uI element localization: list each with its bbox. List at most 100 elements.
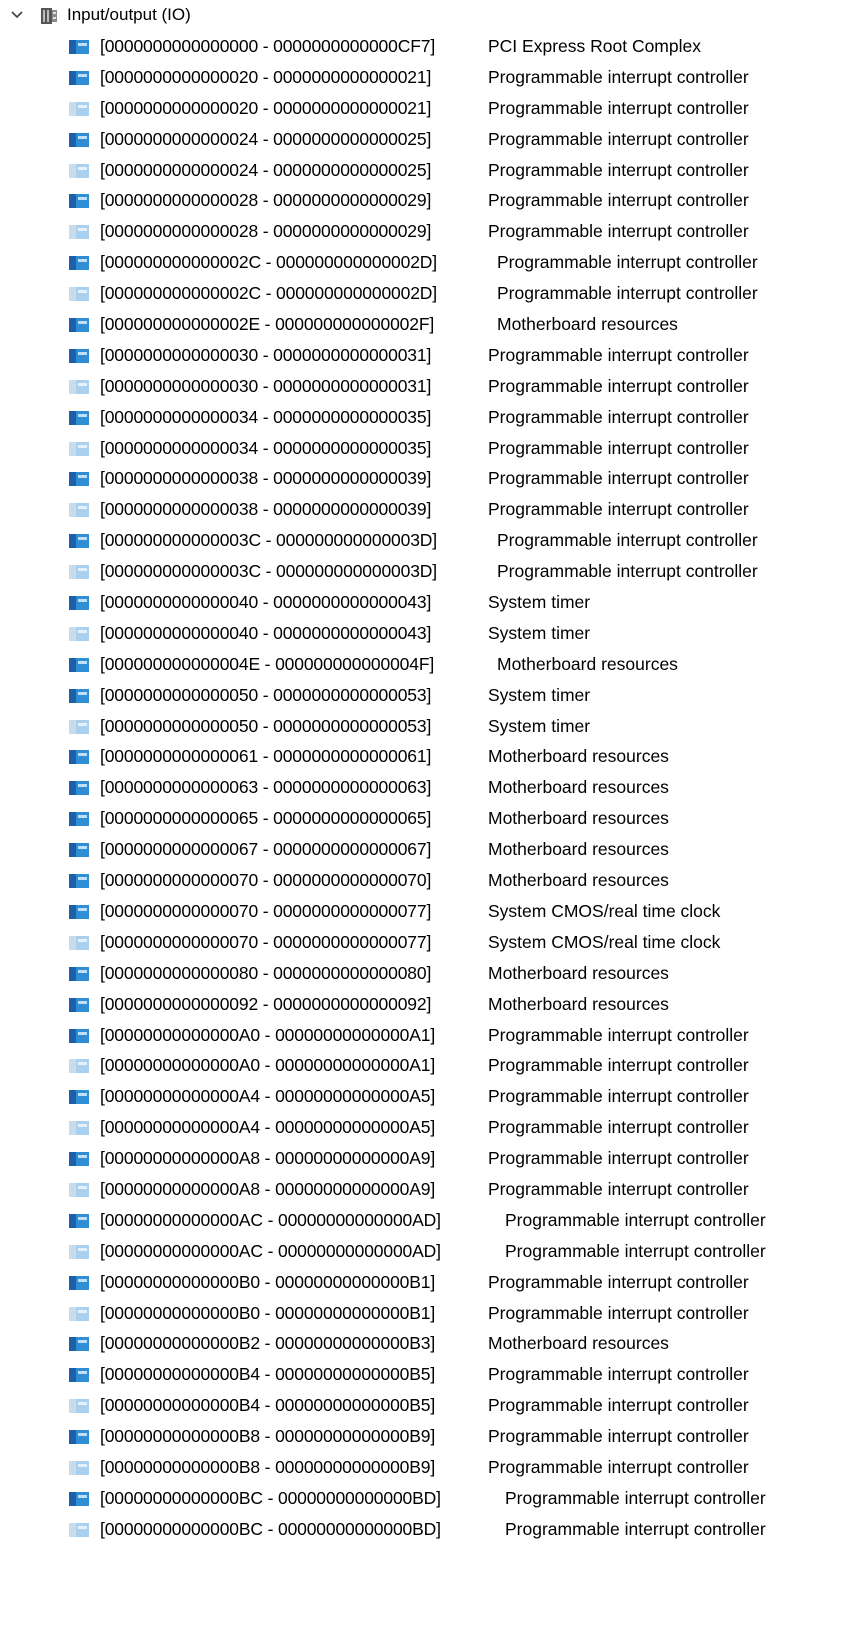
list-item[interactable]: [0000000000000038 - 0000000000000039] Pro…	[0, 495, 861, 526]
list-item[interactable]: [0000000000000020 - 0000000000000021] Pro…	[0, 63, 861, 94]
io-range: [0000000000000028 - 0000000000000029]	[100, 190, 432, 211]
io-resource-icon	[69, 225, 89, 240]
io-range: [0000000000000092 - 0000000000000092]	[100, 993, 432, 1014]
list-item[interactable]: [00000000000000B4 - 00000000000000B5] Pro…	[0, 1391, 861, 1422]
list-item[interactable]: [000000000000002E - 000000000000002F] Mot…	[0, 310, 861, 341]
io-range: [0000000000000000 - 0000000000000CF7]	[100, 36, 436, 56]
list-item[interactable]: [0000000000000020 - 0000000000000021] Pro…	[0, 94, 861, 125]
io-range: [0000000000000024 - 0000000000000025]	[100, 128, 432, 149]
device-description: Motherboard resources	[488, 962, 669, 983]
list-item[interactable]: [0000000000000024 - 0000000000000025] Pro…	[0, 125, 861, 156]
io-resource-icon	[69, 596, 89, 611]
list-item[interactable]: [00000000000000A0 - 00000000000000A1] Pro…	[0, 1021, 861, 1052]
list-item[interactable]: [0000000000000067 - 0000000000000067] Mot…	[0, 835, 861, 866]
chevron-down-icon[interactable]	[10, 8, 24, 22]
device-description: Programmable interrupt controller	[505, 1240, 766, 1261]
io-range: [0000000000000030 - 0000000000000031]	[100, 375, 432, 396]
list-item[interactable]: [0000000000000061 - 0000000000000061] Mot…	[0, 742, 861, 773]
device-description: Programmable interrupt controller	[505, 1487, 766, 1508]
list-item[interactable]: [0000000000000030 - 0000000000000031] Pro…	[0, 341, 861, 372]
list-item[interactable]: [000000000000003C - 000000000000003D] Pro…	[0, 557, 861, 588]
io-resource-icon	[69, 1059, 89, 1074]
list-item[interactable]: [0000000000000063 - 0000000000000063] Mot…	[0, 773, 861, 804]
list-item[interactable]: [00000000000000A0 - 00000000000000A1] Pro…	[0, 1051, 861, 1082]
device-description: Programmable interrupt controller	[488, 1086, 749, 1107]
io-resource-icon	[69, 1121, 89, 1136]
list-item[interactable]: [00000000000000B0 - 00000000000000B1] Pro…	[0, 1299, 861, 1330]
device-description: Programmable interrupt controller	[488, 344, 749, 365]
list-item[interactable]: [00000000000000A8 - 00000000000000A9] Pro…	[0, 1144, 861, 1175]
list-item[interactable]: [00000000000000A4 - 00000000000000A5] Pro…	[0, 1082, 861, 1113]
io-range: [0000000000000034 - 0000000000000035]	[100, 437, 432, 458]
io-range: [000000000000002C - 000000000000002D]	[100, 252, 437, 273]
list-item[interactable]: [0000000000000080 - 0000000000000080] Mot…	[0, 959, 861, 990]
io-range: [0000000000000070 - 0000000000000077]	[100, 900, 432, 921]
io-range: [00000000000000A4 - 00000000000000A5]	[100, 1086, 436, 1107]
list-item[interactable]: [00000000000000A8 - 00000000000000A9] Pro…	[0, 1175, 861, 1206]
io-range: [0000000000000061 - 0000000000000061]	[100, 746, 432, 767]
io-resource-icon	[69, 472, 89, 487]
list-item[interactable]: [0000000000000034 - 0000000000000035] Pro…	[0, 434, 861, 465]
tree-node-label: Input/output (IO)	[67, 5, 191, 24]
list-item[interactable]: [0000000000000028 - 0000000000000029] Pro…	[0, 186, 861, 217]
io-range: [00000000000000B0 - 00000000000000B1]	[100, 1271, 436, 1292]
tree-node-input-output[interactable]: Input/output (IO)	[0, 0, 861, 32]
list-item[interactable]: [0000000000000070 - 0000000000000070] Mot…	[0, 866, 861, 897]
list-item[interactable]: [0000000000000070 - 0000000000000077] Sys…	[0, 928, 861, 959]
io-resource-icon	[69, 1275, 89, 1290]
list-item[interactable]: [00000000000000B2 - 00000000000000B3] Mot…	[0, 1329, 861, 1360]
list-item[interactable]: [0000000000000000 - 0000000000000CF7] PCI…	[0, 32, 861, 63]
list-item[interactable]: [00000000000000B8 - 00000000000000B9] Pro…	[0, 1422, 861, 1453]
list-item[interactable]: [0000000000000092 - 0000000000000092] Mot…	[0, 990, 861, 1021]
list-item[interactable]: [00000000000000B4 - 00000000000000B5] Pro…	[0, 1360, 861, 1391]
io-resource-list: [0000000000000000 - 0000000000000CF7] PCI…	[0, 32, 861, 1546]
io-range: [0000000000000020 - 0000000000000021]	[100, 66, 432, 87]
io-range: [0000000000000050 - 0000000000000053]	[100, 684, 432, 705]
device-description: PCI Express Root Complex	[488, 36, 701, 56]
list-item[interactable]: [0000000000000050 - 0000000000000053] Sys…	[0, 681, 861, 712]
list-item[interactable]: [00000000000000B8 - 00000000000000B9] Pro…	[0, 1453, 861, 1484]
device-description: Programmable interrupt controller	[488, 1117, 749, 1138]
list-item[interactable]: [00000000000000AC - 00000000000000AD] Pro…	[0, 1237, 861, 1268]
io-range: [00000000000000BC - 00000000000000BD]	[100, 1518, 441, 1539]
device-tree: Input/output (IO) [0000000000000000 - 00…	[0, 0, 861, 1546]
list-item[interactable]: [000000000000004E - 000000000000004F] Mot…	[0, 650, 861, 681]
device-description: Programmable interrupt controller	[488, 190, 749, 211]
list-item[interactable]: [00000000000000A4 - 00000000000000A5] Pro…	[0, 1113, 861, 1144]
list-item[interactable]: [0000000000000038 - 0000000000000039] Pro…	[0, 464, 861, 495]
list-item[interactable]: [000000000000002C - 000000000000002D] Pro…	[0, 279, 861, 310]
device-description: Programmable interrupt controller	[488, 1395, 749, 1416]
io-resource-icon	[69, 1522, 89, 1537]
device-description: System CMOS/real time clock	[488, 931, 721, 952]
io-range: [0000000000000067 - 0000000000000067]	[100, 839, 432, 860]
list-item[interactable]: [0000000000000024 - 0000000000000025] Pro…	[0, 156, 861, 187]
io-range: [00000000000000A4 - 00000000000000A5]	[100, 1117, 436, 1138]
io-range: [0000000000000070 - 0000000000000070]	[100, 870, 432, 891]
list-item[interactable]: [00000000000000BC - 00000000000000BD] Pro…	[0, 1515, 861, 1546]
list-item[interactable]: [0000000000000034 - 0000000000000035] Pro…	[0, 403, 861, 434]
list-item[interactable]: [00000000000000B0 - 00000000000000B1] Pro…	[0, 1268, 861, 1299]
list-item[interactable]: [00000000000000AC - 00000000000000AD] Pro…	[0, 1206, 861, 1237]
device-description: Motherboard resources	[488, 1333, 669, 1354]
list-item[interactable]: [0000000000000040 - 0000000000000043] Sys…	[0, 588, 861, 619]
io-resource-icon	[69, 904, 89, 919]
io-range: [00000000000000B4 - 00000000000000B5]	[100, 1395, 436, 1416]
io-resource-icon	[69, 101, 89, 116]
list-item[interactable]: [000000000000002C - 000000000000002D] Pro…	[0, 248, 861, 279]
io-resource-icon	[69, 379, 89, 394]
io-range: [0000000000000038 - 0000000000000039]	[100, 499, 432, 520]
io-range: [0000000000000040 - 0000000000000043]	[100, 622, 432, 643]
io-resource-icon	[69, 1244, 89, 1259]
io-resource-icon	[69, 874, 89, 889]
list-item[interactable]: [000000000000003C - 000000000000003D] Pro…	[0, 526, 861, 557]
list-item[interactable]: [0000000000000065 - 0000000000000065] Mot…	[0, 804, 861, 835]
list-item[interactable]: [00000000000000BC - 00000000000000BD] Pro…	[0, 1484, 861, 1515]
list-item[interactable]: [0000000000000070 - 0000000000000077] Sys…	[0, 897, 861, 928]
io-range: [000000000000002E - 000000000000002F]	[100, 314, 435, 335]
list-item[interactable]: [0000000000000028 - 0000000000000029] Pro…	[0, 217, 861, 248]
device-description: Programmable interrupt controller	[488, 375, 749, 396]
list-item[interactable]: [0000000000000040 - 0000000000000043] Sys…	[0, 619, 861, 650]
device-description: Programmable interrupt controller	[488, 97, 749, 118]
list-item[interactable]: [0000000000000050 - 0000000000000053] Sys…	[0, 712, 861, 743]
list-item[interactable]: [0000000000000030 - 0000000000000031] Pro…	[0, 372, 861, 403]
